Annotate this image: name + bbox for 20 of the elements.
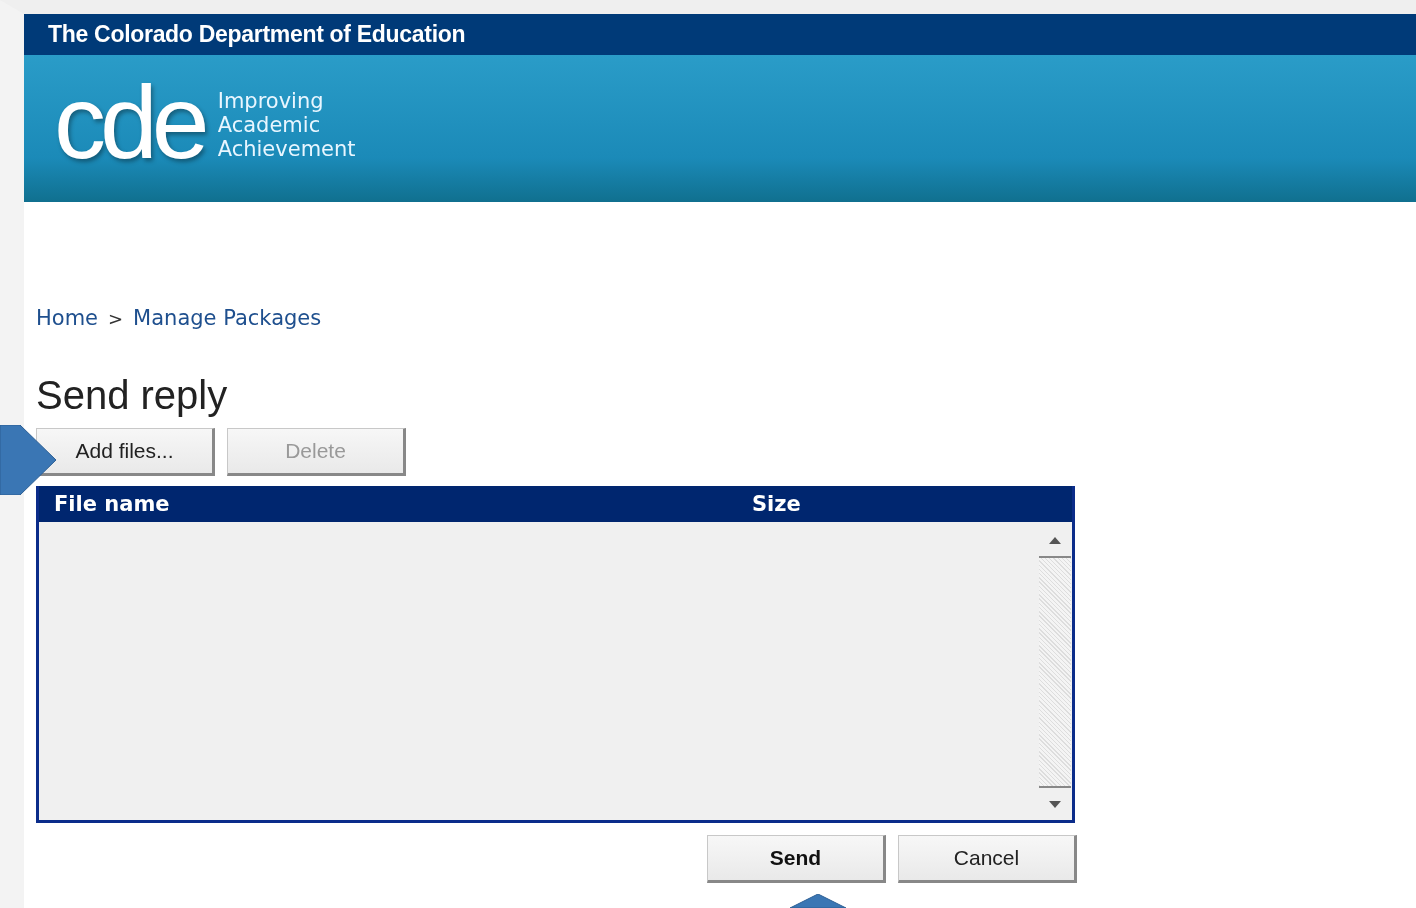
breadcrumb-link[interactable]: Home xyxy=(36,306,98,330)
page-title: Send reply xyxy=(36,372,229,418)
callout-arrow xyxy=(790,894,846,908)
send-button[interactable]: Send xyxy=(707,835,886,883)
callout-arrow xyxy=(0,425,58,495)
tagline: Improving xyxy=(217,88,325,113)
tagline: Achievement xyxy=(217,136,356,161)
site-title: The Colorado Department of Education xyxy=(48,21,466,48)
tagline: Academic xyxy=(217,112,322,137)
add-files-button[interactable]: Add files... xyxy=(36,428,215,476)
scroll-up-icon[interactable] xyxy=(1049,536,1061,544)
scroll-down-icon[interactable] xyxy=(1049,800,1061,808)
breadcrumb-link[interactable]: Manage Packages xyxy=(133,306,322,330)
cancel-button[interactable]: Cancel xyxy=(898,835,1077,883)
file-list[interactable]: File name Size xyxy=(36,486,1075,823)
breadcrumb-separator: > xyxy=(108,307,124,329)
scrollbar[interactable] xyxy=(1039,524,1071,820)
column-header: Size xyxy=(752,492,801,516)
column-header: File name xyxy=(53,492,171,516)
logo-mark: cde xyxy=(54,69,204,174)
